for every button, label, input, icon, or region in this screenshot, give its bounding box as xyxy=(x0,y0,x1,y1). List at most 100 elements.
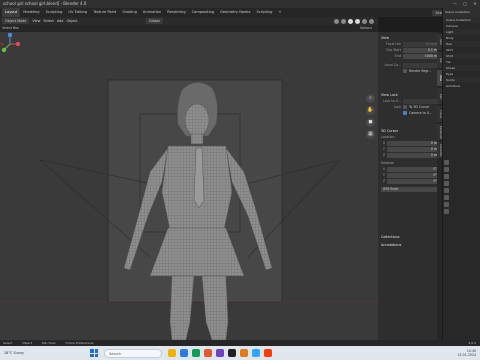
clip-start-field[interactable]: 0.1 m xyxy=(403,47,439,53)
lock-to-object-field[interactable] xyxy=(403,98,439,104)
app-icon[interactable] xyxy=(216,349,224,357)
pan-hand-icon[interactable]: ✋ xyxy=(366,106,375,115)
cursor-rotation-y: Y 0° xyxy=(383,172,439,178)
annotations-title[interactable]: Annotations xyxy=(381,242,439,248)
overlay-icon[interactable] xyxy=(334,18,339,24)
title-bar: school girl school girl.blend] - Blender… xyxy=(0,0,480,8)
viewport-header: Object Mode View Select Add Object Globa… xyxy=(0,17,378,25)
rotation-mode-row: XYZ Euler xyxy=(381,186,439,192)
add-workspace-button[interactable]: + xyxy=(275,8,284,17)
tab-geometry-nodes[interactable]: Geometry Nodes xyxy=(217,8,253,17)
object-properties-icon[interactable] xyxy=(444,195,449,200)
lock-to-object-row: Lock to O... xyxy=(381,98,439,104)
zoom-icon[interactable]: ⌕ xyxy=(366,94,375,103)
tool-properties-icon[interactable] xyxy=(444,160,449,165)
menu-select[interactable]: Select xyxy=(43,19,53,23)
tool-settings-row: Select Box Options xyxy=(0,25,378,32)
cursor-rotation-x: X 0° xyxy=(382,166,439,172)
menu-object[interactable]: Object xyxy=(66,19,77,23)
annotations-section: Annotations xyxy=(381,242,439,248)
blender-icon[interactable] xyxy=(240,349,248,357)
perspective-grid-icon[interactable]: ▦ xyxy=(366,130,375,139)
tab-rendering[interactable]: Rendering xyxy=(164,8,188,17)
window-controls: — □ ✕ xyxy=(450,0,480,8)
windows-start-icon[interactable] xyxy=(90,349,98,357)
3d-viewport[interactable]: ⌕ ✋ ◼ ▦ xyxy=(0,32,378,340)
illustrator-icon[interactable] xyxy=(264,349,272,357)
mode-dropdown[interactable]: Object Mode xyxy=(2,18,30,24)
cursor-rotation-z: Z 0° xyxy=(382,178,439,184)
file-explorer-icon[interactable] xyxy=(168,349,176,357)
render-region-checkbox[interactable]: Render Regi... xyxy=(381,68,439,74)
viewport-scene xyxy=(0,32,378,340)
office-icon[interactable] xyxy=(204,349,212,357)
tab-modeling[interactable]: Modeling xyxy=(20,8,42,17)
output-properties-icon[interactable] xyxy=(444,174,449,179)
cursor-location-y: Y 0 m xyxy=(383,146,439,152)
menu-add[interactable]: Add xyxy=(57,19,64,23)
blender-window: school girl school girl.blend] - Blender… xyxy=(0,0,480,360)
system-tray[interactable]: 12:45 15-01-2024 xyxy=(457,349,480,357)
select-box-tool[interactable]: Select Box xyxy=(2,25,19,32)
local-camera-row: Local Ca... xyxy=(381,62,439,68)
render-properties-icon[interactable] xyxy=(444,167,449,172)
camera-to-view-checkbox[interactable]: Camera to V... xyxy=(381,110,439,116)
outliner-panel: Scene Collection Scene Collection Camera… xyxy=(442,8,480,340)
transform-controls: Global xyxy=(146,18,163,24)
modifier-properties-icon[interactable] xyxy=(444,202,449,207)
sidebar-panel: View Focal Len 50 mm Clip Start 0.1 m En… xyxy=(378,32,442,340)
tie-mesh xyxy=(193,147,205,209)
outliner-header: Scene Collection xyxy=(443,8,480,17)
camera-view-icon[interactable]: ◼ xyxy=(366,118,375,127)
material-properties-icon[interactable] xyxy=(444,209,449,214)
scene-properties-icon[interactable] xyxy=(444,181,449,186)
terminal-icon[interactable] xyxy=(228,349,236,357)
navigation-gizmo[interactable] xyxy=(0,32,20,56)
outliner-list: Scene Collection Camera Light Body Hair … xyxy=(443,17,480,89)
windows-taskbar: 28°C Sunny Search 12:45 15-01-2024 xyxy=(0,346,480,360)
focal-length-field[interactable]: 50 mm xyxy=(403,41,439,47)
options-dropdown[interactable]: Options xyxy=(360,25,372,32)
tab-compositing[interactable]: Compositing xyxy=(189,8,218,17)
cursor-location-z: Z 0 m xyxy=(382,152,439,158)
maximize-button[interactable]: □ xyxy=(460,0,470,8)
tab-scripting[interactable]: Scripting xyxy=(253,8,275,17)
clock-date: 15-01-2024 xyxy=(457,353,476,357)
world-properties-icon[interactable] xyxy=(444,188,449,193)
wireframe-shading-icon[interactable] xyxy=(348,18,353,24)
close-button[interactable]: ✕ xyxy=(470,0,480,8)
material-shading-icon[interactable] xyxy=(362,18,367,24)
solid-shading-icon[interactable] xyxy=(355,18,360,24)
tab-animation[interactable]: Animation xyxy=(140,8,164,17)
view-section: View Focal Len 50 mm Clip Start 0.1 m En… xyxy=(381,35,439,74)
rendered-shading-icon[interactable] xyxy=(369,18,374,24)
orientation-dropdown[interactable]: Global xyxy=(146,18,163,24)
tab-texture-paint[interactable]: Texture Paint xyxy=(90,8,119,17)
rotation-mode-dropdown[interactable]: XYZ Euler xyxy=(381,186,439,192)
menu-view[interactable]: View xyxy=(32,19,40,23)
tab-layout[interactable]: Layout xyxy=(2,8,21,17)
properties-tabs xyxy=(443,158,450,216)
taskbar-search-input[interactable]: Search xyxy=(104,348,162,358)
3d-cursor-section: 3D Cursor Location X 0 m Y 0 m Z 0 m Rot… xyxy=(381,129,439,192)
outliner-row[interactable]: Armature xyxy=(443,83,480,89)
tab-sculpting[interactable]: Sculpting xyxy=(43,8,66,17)
collections-title[interactable]: Collections xyxy=(381,234,439,240)
clip-end-field[interactable]: 1000 m xyxy=(403,53,439,59)
collections-section: Collections xyxy=(381,234,439,240)
chrome-icon[interactable] xyxy=(192,349,200,357)
view-lock-section: View Lock Lock to O... Lock To 3D Cursor… xyxy=(381,92,439,116)
cursor-location-x: X 0 m xyxy=(382,140,439,146)
shading-controls xyxy=(334,18,374,24)
tab-shading[interactable]: Shading xyxy=(119,8,140,17)
clip-end-row: End 1000 m xyxy=(394,53,439,59)
window-title: school girl school girl.blend] - Blender… xyxy=(3,1,87,6)
minimize-button[interactable]: — xyxy=(450,0,460,8)
weather-widget[interactable]: 28°C Sunny xyxy=(0,351,50,355)
edge-browser-icon[interactable] xyxy=(180,349,188,357)
xray-icon[interactable] xyxy=(341,18,346,24)
tab-uv-editing[interactable]: UV Editing xyxy=(65,8,90,17)
local-camera-field[interactable] xyxy=(403,62,439,68)
photoshop-icon[interactable] xyxy=(252,349,260,357)
workspace-tabs: Layout Modeling Sculpting UV Editing Tex… xyxy=(0,8,480,17)
